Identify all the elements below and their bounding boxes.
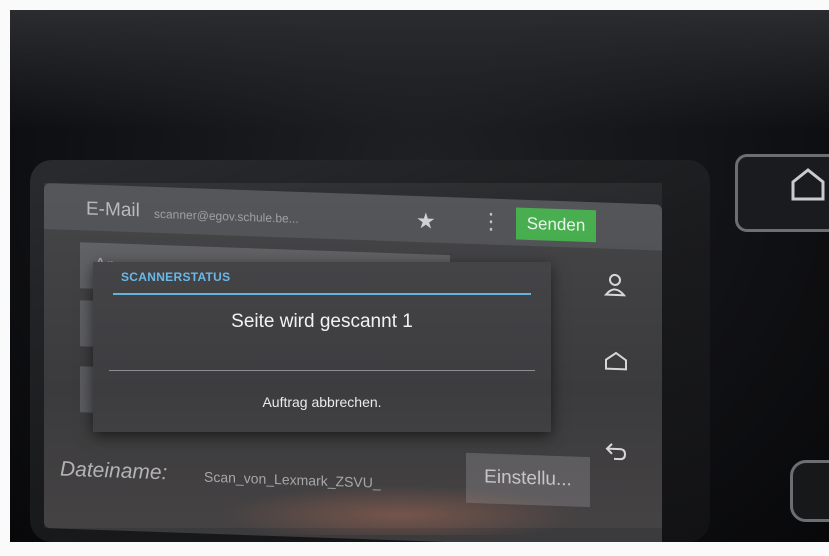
hardware-button[interactable]	[790, 460, 829, 522]
top-shadow	[10, 10, 829, 130]
home-icon	[788, 165, 828, 212]
person-icon[interactable]	[603, 273, 627, 303]
photo-border-left	[0, 0, 10, 556]
dialog-divider	[109, 370, 535, 371]
photo-scene: E-Mail scanner@egov.schule.be... ★ ⋮ Sen…	[0, 0, 829, 556]
photo-border-bottom	[0, 542, 829, 556]
photo-border-top	[0, 0, 829, 10]
dialog-title: SCANNERSTATUS	[121, 270, 231, 284]
email-label: E-Mail	[86, 198, 140, 222]
email-address-field[interactable]: scanner@egov.schule.be...	[154, 207, 299, 226]
filename-row[interactable]: Dateiname: Scan_von_Lexmark_ZSVU_	[54, 445, 474, 504]
cancel-job-button[interactable]: Auftrag abbrechen.	[93, 394, 551, 410]
home-icon[interactable]	[604, 351, 628, 377]
star-icon[interactable]: ★	[416, 208, 436, 235]
hardware-home-button[interactable]	[735, 154, 829, 232]
back-arrow-icon[interactable]	[604, 441, 628, 467]
filename-value[interactable]: Scan_von_Lexmark_ZSVU_	[204, 469, 381, 491]
settings-button[interactable]: Einstellu...	[466, 452, 590, 508]
dialog-message: Seite wird gescannt 1	[231, 311, 413, 332]
send-button[interactable]: Senden	[516, 207, 596, 243]
filename-label: Dateiname:	[60, 457, 168, 485]
more-vert-icon[interactable]: ⋮	[480, 208, 502, 235]
dialog-title-rule	[113, 293, 531, 295]
scanner-status-dialog: SCANNERSTATUS Seite wird gescannt 1 Auft…	[93, 262, 551, 432]
